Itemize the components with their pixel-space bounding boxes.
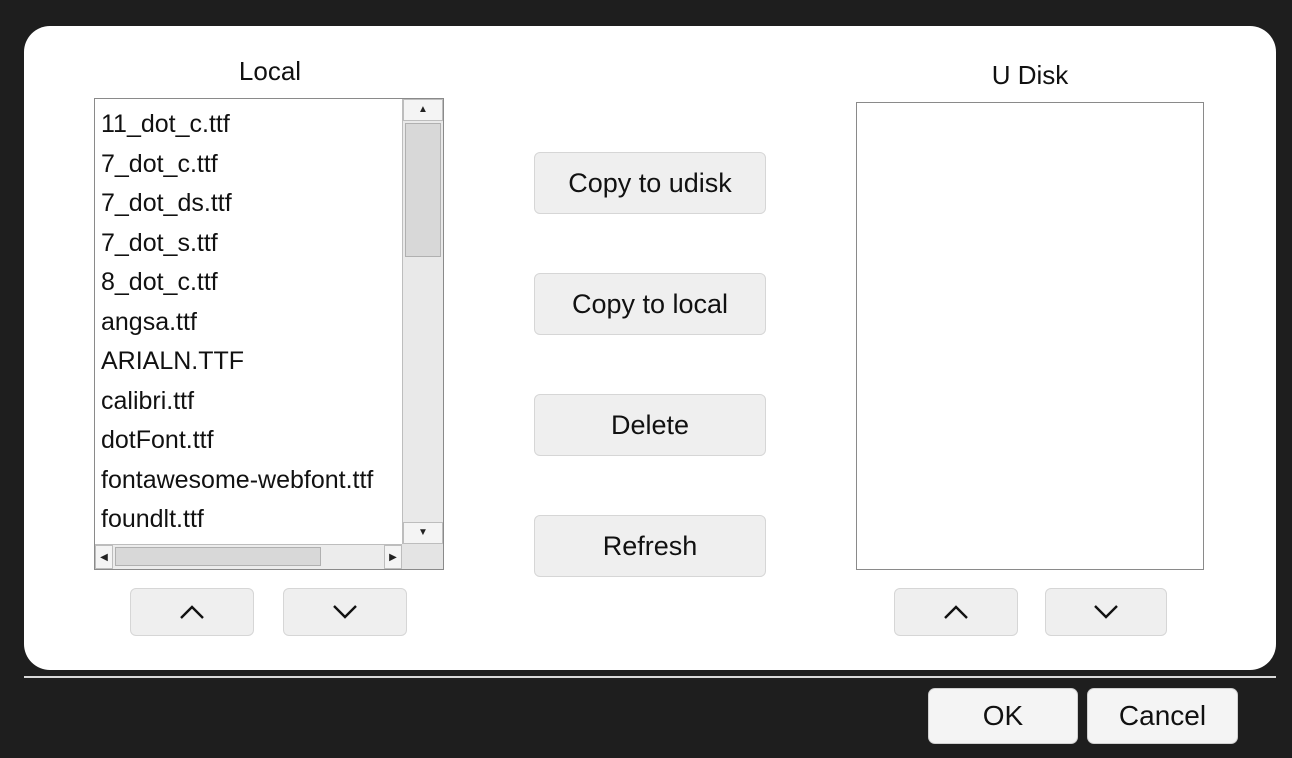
ok-button[interactable]: OK <box>928 688 1078 744</box>
list-item[interactable]: 7_dot_s.ttf <box>101 224 399 264</box>
horizontal-scroll-thumb[interactable] <box>115 547 321 566</box>
list-item[interactable]: ARIALN.TTF <box>101 342 399 382</box>
local-move-up-button[interactable] <box>130 588 254 636</box>
udisk-file-list[interactable] <box>856 102 1204 570</box>
delete-button[interactable]: Delete <box>534 394 766 456</box>
local-horizontal-scrollbar[interactable]: ◀ ▶ <box>95 544 402 569</box>
list-item[interactable]: calibri.ttf <box>101 382 399 422</box>
list-item[interactable]: 11_dot_c.ttf <box>101 105 399 145</box>
local-file-list[interactable]: 11_dot_c.ttf 7_dot_c.ttf 7_dot_ds.ttf 7_dot… <box>94 98 444 570</box>
dialog-panel: Local 11_dot_c.ttf 7_dot_c.ttf 7_dot_ds.tt… <box>24 26 1276 670</box>
local-move-down-button[interactable] <box>283 588 407 636</box>
list-item[interactable]: fontawesome-webfont.ttf <box>101 461 399 501</box>
scroll-left-arrow-icon[interactable]: ◀ <box>95 545 113 569</box>
udisk-move-up-button[interactable] <box>894 588 1018 636</box>
udisk-title: U Disk <box>991 60 1069 90</box>
list-item[interactable]: dotFont.ttf <box>101 421 399 461</box>
local-title: Local <box>238 56 302 86</box>
copy-to-local-button[interactable]: Copy to local <box>534 273 766 335</box>
vertical-scroll-thumb[interactable] <box>405 123 441 257</box>
copy-to-udisk-button[interactable]: Copy to udisk <box>534 152 766 214</box>
cancel-button[interactable]: Cancel <box>1087 688 1238 744</box>
chevron-up-icon <box>944 605 968 619</box>
scrollbar-corner <box>402 544 443 569</box>
list-item[interactable]: 8_dot_c.ttf <box>101 263 399 303</box>
udisk-move-down-button[interactable] <box>1045 588 1167 636</box>
list-item[interactable]: angsa.ttf <box>101 303 399 343</box>
chevron-up-icon <box>180 605 204 619</box>
scroll-up-arrow-icon[interactable]: ▲ <box>403 99 443 121</box>
list-item[interactable]: foundlt.ttf <box>101 500 399 539</box>
footer-divider <box>24 676 1276 678</box>
local-file-items: 11_dot_c.ttf 7_dot_c.ttf 7_dot_ds.ttf 7_dot… <box>101 105 399 539</box>
udisk-file-items <box>863 109 1159 539</box>
chevron-down-icon <box>333 605 357 619</box>
scroll-down-arrow-icon[interactable]: ▼ <box>403 522 443 544</box>
local-vertical-scrollbar[interactable]: ▲ ▼ <box>402 99 443 544</box>
refresh-button[interactable]: Refresh <box>534 515 766 577</box>
list-item[interactable]: 7_dot_ds.ttf <box>101 184 399 224</box>
list-item[interactable]: 7_dot_c.ttf <box>101 145 399 185</box>
scroll-right-arrow-icon[interactable]: ▶ <box>384 545 402 569</box>
chevron-down-icon <box>1094 605 1118 619</box>
